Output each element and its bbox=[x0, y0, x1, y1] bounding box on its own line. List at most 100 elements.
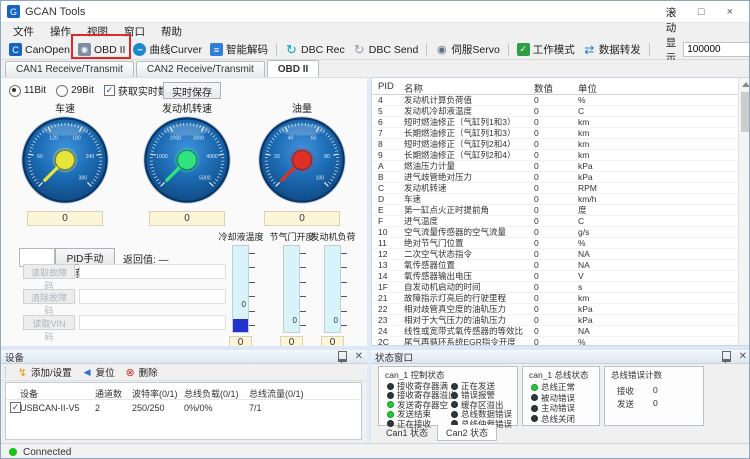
pid-row[interactable]: 21故障指示灯亮后的行驶里程0km bbox=[372, 293, 738, 304]
scroll-frames-input[interactable] bbox=[683, 42, 750, 57]
menu-item-4[interactable]: 帮助 bbox=[153, 23, 190, 40]
scrollbar-up-icon[interactable] bbox=[741, 80, 750, 89]
toolbar-grip bbox=[5, 367, 8, 378]
pid-row[interactable]: 9长期燃油修正（气缸列2和4）0km bbox=[372, 150, 738, 161]
pid-row[interactable]: 22相对歧管真空度的油轨压力0kPa bbox=[372, 304, 738, 315]
close-button[interactable]: × bbox=[727, 6, 733, 18]
pid-cell: km bbox=[578, 150, 638, 160]
bar-fill bbox=[233, 319, 248, 332]
status-tab-0[interactable]: Can1 状态 bbox=[377, 425, 437, 441]
toolbar-item-decode[interactable]: 智能解码 bbox=[206, 41, 272, 58]
app-icon bbox=[7, 5, 20, 18]
forward-icon bbox=[583, 43, 596, 56]
pid-cell: 0 bbox=[534, 271, 570, 281]
dtc-button-2[interactable]: 读取VIN码 bbox=[23, 315, 75, 330]
bar-title: 冷却液温度 bbox=[213, 230, 269, 243]
pid-cell: g/s bbox=[578, 227, 638, 237]
pid-row[interactable]: F进气温度0C bbox=[372, 216, 738, 227]
dtc-field-0[interactable] bbox=[79, 264, 226, 279]
device-tool-label: 复位 bbox=[96, 365, 115, 379]
error-count-label: 发送 bbox=[617, 398, 634, 410]
dtc-button-1[interactable]: 清除故障码 bbox=[23, 289, 75, 304]
panel-close-icon[interactable]: ✕ bbox=[355, 352, 363, 362]
decode-icon bbox=[210, 43, 223, 56]
pid-cell: 自发动机启动的时间 bbox=[404, 282, 532, 292]
toolbar-item-forward[interactable]: 数据转发 bbox=[579, 41, 645, 58]
toolbar-separator bbox=[276, 43, 277, 56]
menu-item-0[interactable]: 文件 bbox=[5, 23, 42, 40]
radio-29bit[interactable] bbox=[56, 85, 68, 97]
device-tool-0[interactable]: 添加/设置 bbox=[12, 365, 77, 379]
pid-cell: km/h bbox=[578, 194, 638, 204]
pid-row[interactable]: 6短时燃油修正（气缸列1和3）0km bbox=[372, 117, 738, 128]
svg-text:60: 60 bbox=[311, 135, 317, 141]
realtime-save-button[interactable]: 实时保存 bbox=[163, 82, 221, 99]
tab-1[interactable]: CAN2 Receive/Transmit bbox=[136, 61, 265, 77]
toolbar-item-canopen[interactable]: CanOpen bbox=[5, 42, 74, 57]
pid-cell: 进气歧管绝对压力 bbox=[404, 172, 532, 182]
pid-row[interactable]: 7长期燃油修正（气缸列1和3）0km bbox=[372, 128, 738, 139]
workmode-icon bbox=[517, 43, 530, 56]
pin-icon[interactable] bbox=[722, 351, 731, 362]
panel-close-icon[interactable]: ✕ bbox=[739, 352, 747, 362]
radio-11bit[interactable] bbox=[9, 85, 21, 97]
device-tool-1[interactable]: 复位 bbox=[77, 365, 120, 379]
pid-header-2: 数值 bbox=[534, 81, 570, 95]
pin-icon[interactable] bbox=[338, 351, 347, 362]
pid-row[interactable]: 1F自发动机启动的时间0s bbox=[372, 282, 738, 293]
status-bar: Connected bbox=[1, 443, 749, 459]
scrollbar-thumb[interactable] bbox=[741, 92, 750, 132]
toolbar-item-workmode[interactable]: 工作模式 bbox=[513, 41, 579, 58]
toolbar-item-dbc-rec[interactable]: DBC Rec bbox=[281, 42, 349, 57]
pid-cell: 相对于大气压力的油轨压力 bbox=[404, 315, 532, 325]
pid-row[interactable]: 8短时燃油修正（气缸列2和4）0km bbox=[372, 139, 738, 150]
toolbar-item-obd[interactable]: OBD II bbox=[74, 42, 130, 57]
curve-icon bbox=[133, 43, 146, 56]
pid-row[interactable]: 2C尾气再循环系统EGR指令开度0% bbox=[372, 337, 738, 345]
pid-row[interactable]: 4发动机计算负荷值0% bbox=[372, 95, 738, 106]
pid-manual-button[interactable]: PID手动获取 bbox=[55, 248, 115, 265]
svg-text:20: 20 bbox=[274, 154, 280, 160]
pid-row[interactable]: C发动机转速0RPM bbox=[372, 183, 738, 194]
pid-row[interactable]: 10空气流量传感器的空气流量0g/s bbox=[372, 227, 738, 238]
gauge-1: 发动机转速100020003000400050000 bbox=[141, 100, 233, 226]
pid-row[interactable]: D车速0km/h bbox=[372, 194, 738, 205]
pid-row[interactable]: A燃油压力计量0kPa bbox=[372, 161, 738, 172]
dtc-field-2[interactable] bbox=[79, 315, 226, 330]
device-header-0: 设备 bbox=[20, 387, 38, 400]
pid-cell: 4 bbox=[378, 95, 402, 105]
pid-row[interactable]: 13氧传感器位置0NA bbox=[372, 260, 738, 271]
toolbar-item-label: 工作模式 bbox=[533, 42, 575, 57]
bar-gauge-1: 0 bbox=[283, 245, 300, 333]
bar-tick bbox=[341, 311, 347, 312]
pid-row[interactable]: 5发动机冷却液温度0C bbox=[372, 106, 738, 117]
realtime-checkbox[interactable] bbox=[104, 85, 115, 96]
status-tab-1[interactable]: Can2 状态 bbox=[437, 425, 497, 441]
dtc-button-0[interactable]: 读取故障码 bbox=[23, 264, 75, 279]
pid-row[interactable]: 14氧传感器输出电压0V bbox=[372, 271, 738, 282]
tab-0[interactable]: CAN1 Receive/Transmit bbox=[5, 61, 134, 77]
svg-text:100: 100 bbox=[316, 176, 325, 182]
bar-tick bbox=[300, 325, 306, 326]
title-bar: GCAN Tools – □ × bbox=[1, 1, 749, 23]
toolbar-item-servo[interactable]: 伺服Servo bbox=[431, 41, 503, 58]
pid-row[interactable]: 11绝对节气门位置0% bbox=[372, 238, 738, 249]
pid-row[interactable]: E第一缸点火正时提前角0度 bbox=[372, 205, 738, 216]
tab-2[interactable]: OBD II bbox=[267, 60, 320, 77]
pid-row[interactable]: 24线性或宽带式氧传感器的等效比0NA bbox=[372, 326, 738, 337]
pid-row[interactable]: 12二次空气状态指令0NA bbox=[372, 249, 738, 260]
table-scrollbar[interactable] bbox=[738, 78, 750, 345]
pid-row[interactable]: B进气歧管绝对压力0kPa bbox=[372, 172, 738, 183]
toolbar-item-dbc-send[interactable]: DBC Send bbox=[349, 42, 423, 57]
toolbar-item-curve[interactable]: 曲线Curver bbox=[129, 41, 206, 58]
pid-cell: NA bbox=[578, 260, 638, 270]
dtc-field-1[interactable] bbox=[79, 289, 226, 304]
pid-cell: 22 bbox=[378, 304, 402, 314]
pid-cell: km bbox=[578, 293, 638, 303]
window-title: GCAN Tools bbox=[25, 6, 85, 18]
device-row[interactable]: USBCAN-II-V52250/2500%/0%7/1 bbox=[6, 400, 361, 414]
pid-row[interactable]: 23相对于大气压力的油轨压力0kPa bbox=[372, 315, 738, 326]
maximize-button[interactable]: □ bbox=[698, 6, 705, 18]
svg-text:5000: 5000 bbox=[199, 176, 211, 182]
device-tool-2[interactable]: 删除 bbox=[120, 365, 163, 379]
